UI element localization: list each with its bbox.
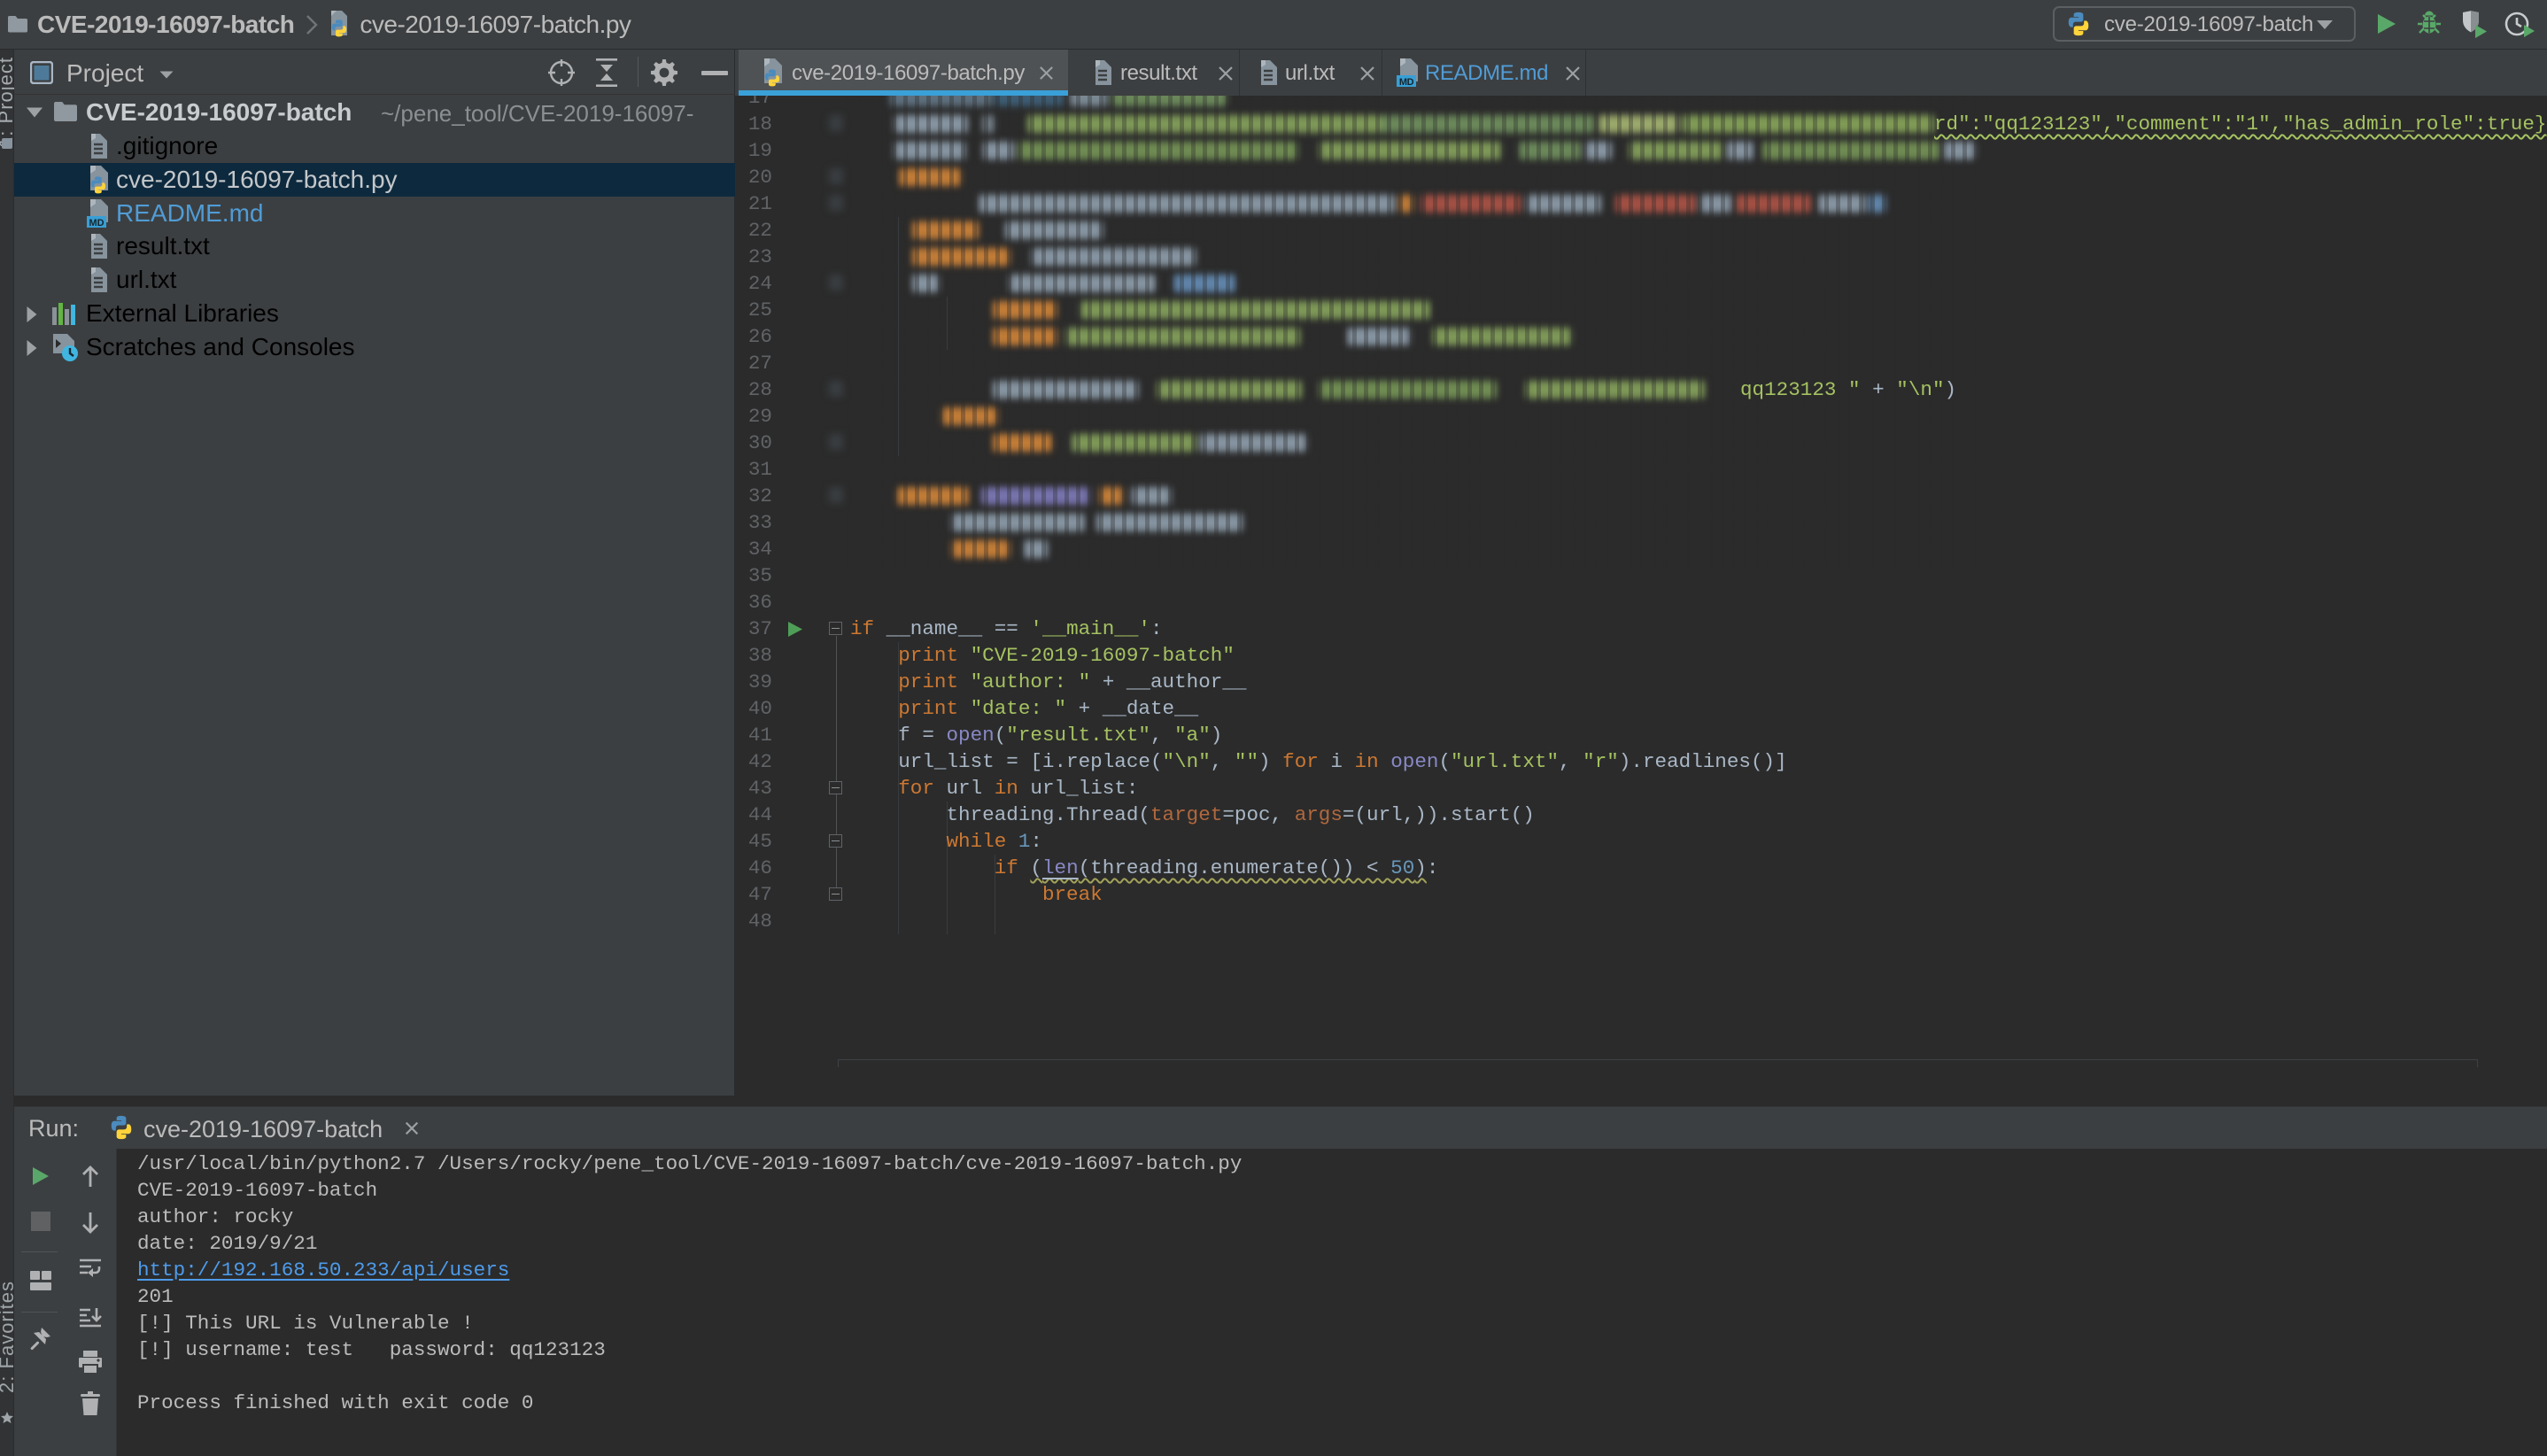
svg-text:MD: MD [1399, 77, 1414, 88]
svg-text:MD: MD [89, 218, 104, 228]
